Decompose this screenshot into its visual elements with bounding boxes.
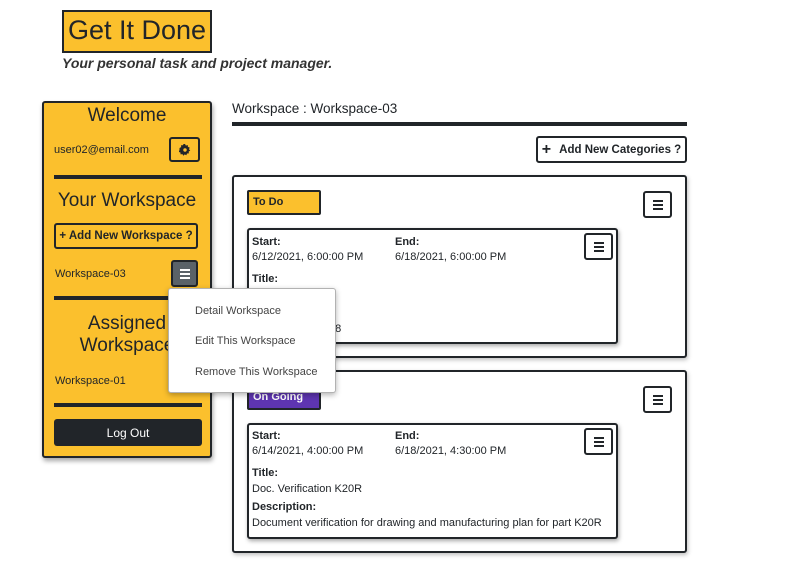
- gear-icon: [178, 143, 190, 156]
- description-value: Document verification for drawing and ma…: [252, 517, 602, 529]
- task-menu-button[interactable]: [584, 233, 613, 260]
- sidebar-divider: [54, 175, 202, 179]
- task-card[interactable]: Start: 6/14/2021, 4:00:00 PM End: 6/18/2…: [247, 423, 618, 539]
- sidebar: Welcome user02@email.com Your Workspace …: [42, 101, 212, 458]
- workspace-title: Workspace : Workspace-03: [232, 101, 398, 116]
- title-label: Title:: [252, 273, 279, 285]
- app-logo-title: Get It Done: [62, 10, 212, 53]
- settings-button[interactable]: [169, 137, 200, 162]
- edit-workspace-item[interactable]: Edit This Workspace: [195, 335, 295, 347]
- your-workspace-heading: Your Workspace: [57, 190, 197, 211]
- hamburger-icon: [593, 241, 604, 252]
- description-label: Description:: [252, 501, 317, 513]
- sidebar-divider: [54, 403, 202, 407]
- end-label: End:: [395, 430, 420, 442]
- add-workspace-button[interactable]: + Add New Workspace ?: [54, 223, 198, 249]
- category-menu-button[interactable]: [643, 191, 672, 218]
- start-value: 6/14/2021, 4:00:00 PM: [252, 445, 364, 457]
- category-card: On Going Start: 6/14/2021, 4:00:00 PM En…: [232, 370, 687, 553]
- title-label: Title:: [252, 467, 279, 479]
- hamburger-icon: [593, 436, 604, 447]
- welcome-heading: Welcome: [87, 105, 167, 126]
- add-category-label: Add New Categories ?: [559, 143, 682, 156]
- task-menu-button[interactable]: [584, 428, 613, 455]
- hamburger-icon: [179, 268, 190, 279]
- start-label: Start:: [252, 430, 281, 442]
- category-badge: To Do: [247, 190, 321, 215]
- end-value: 6/18/2021, 6:00:00 PM: [395, 251, 507, 263]
- workspace-menu-button[interactable]: [171, 260, 198, 287]
- category-menu-button[interactable]: [643, 386, 672, 413]
- logout-button[interactable]: Log Out: [54, 419, 202, 446]
- user-email: user02@email.com: [54, 144, 149, 156]
- hamburger-icon: [652, 394, 663, 405]
- app-tagline: Your personal task and project manager.: [62, 55, 333, 71]
- assigned-workspace-item[interactable]: Workspace-01: [55, 375, 126, 387]
- workspace-divider: [232, 122, 687, 126]
- hamburger-icon: [652, 199, 663, 210]
- workspace-item[interactable]: Workspace-03: [55, 268, 126, 280]
- end-value: 6/18/2021, 4:30:00 PM: [395, 445, 507, 457]
- start-value: 6/12/2021, 6:00:00 PM: [252, 251, 364, 263]
- start-label: Start:: [252, 236, 281, 248]
- workspace-dropdown-menu: Detail Workspace Edit This Workspace Rem…: [168, 288, 336, 393]
- title-value: Doc. Verification K20R: [252, 483, 363, 495]
- plus-icon: +: [541, 140, 552, 158]
- remove-workspace-item[interactable]: Remove This Workspace: [195, 366, 317, 378]
- end-label: End:: [395, 236, 420, 248]
- detail-workspace-item[interactable]: Detail Workspace: [195, 305, 281, 317]
- add-category-button[interactable]: + Add New Categories ?: [536, 136, 687, 163]
